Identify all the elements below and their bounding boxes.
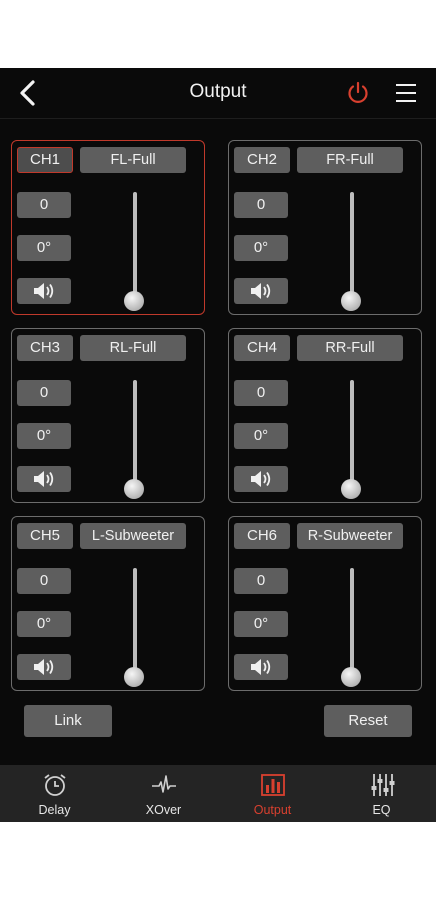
hamburger-menu-icon[interactable] bbox=[394, 81, 418, 105]
mute-button[interactable] bbox=[17, 654, 71, 680]
channel-button[interactable]: CH5 bbox=[17, 523, 73, 549]
channel-button[interactable]: CH2 bbox=[234, 147, 290, 173]
page-title: Output bbox=[189, 81, 247, 102]
tab-label: XOver bbox=[145, 803, 182, 817]
mute-button[interactable] bbox=[234, 466, 288, 492]
phase-value[interactable]: 0° bbox=[17, 611, 71, 637]
volume-slider-track[interactable] bbox=[133, 568, 137, 674]
gain-value[interactable]: 0 bbox=[17, 192, 71, 218]
bar-chart-icon bbox=[261, 774, 285, 796]
channel-name-button[interactable]: R-Subweeter bbox=[297, 523, 403, 549]
volume-slider-knob[interactable] bbox=[341, 667, 361, 687]
app-screen: Output CH1 FL-Full 0 0° CH2 FR-Full 0 0° bbox=[0, 68, 436, 822]
tab-delay[interactable]: Delay bbox=[0, 765, 109, 822]
channel-name-button[interactable]: L-Subweeter bbox=[80, 523, 186, 549]
speaker-icon bbox=[34, 471, 54, 487]
gain-value[interactable]: 0 bbox=[234, 568, 288, 594]
top-bar: Output bbox=[0, 68, 436, 119]
gain-value[interactable]: 0 bbox=[234, 192, 288, 218]
link-button[interactable]: Link bbox=[24, 705, 112, 737]
gain-value[interactable]: 0 bbox=[17, 380, 71, 406]
volume-slider-knob[interactable] bbox=[341, 479, 361, 499]
channel-button[interactable]: CH1 bbox=[17, 147, 73, 173]
channel-button[interactable]: CH6 bbox=[234, 523, 290, 549]
channel-name-button[interactable]: FL-Full bbox=[80, 147, 186, 173]
equalizer-sliders-icon bbox=[371, 774, 395, 796]
channel-card-ch5: CH5 L-Subweeter 0 0° bbox=[11, 516, 205, 691]
bottom-tab-bar: Delay XOver Output EQ bbox=[0, 765, 436, 822]
volume-slider-track[interactable] bbox=[350, 568, 354, 674]
phase-value[interactable]: 0° bbox=[17, 423, 71, 449]
tab-xover[interactable]: XOver bbox=[109, 765, 218, 822]
channel-name-button[interactable]: FR-Full bbox=[297, 147, 403, 173]
volume-slider-knob[interactable] bbox=[124, 479, 144, 499]
speaker-icon bbox=[34, 283, 54, 299]
channel-card-ch3: CH3 RL-Full 0 0° bbox=[11, 328, 205, 503]
reset-button[interactable]: Reset bbox=[324, 705, 412, 737]
channel-button[interactable]: CH4 bbox=[234, 335, 290, 361]
gain-value[interactable]: 0 bbox=[17, 568, 71, 594]
tab-output[interactable]: Output bbox=[218, 765, 327, 822]
phase-value[interactable]: 0° bbox=[17, 235, 71, 261]
tab-label: Delay bbox=[38, 803, 71, 817]
volume-slider-track[interactable] bbox=[133, 380, 137, 486]
phase-value[interactable]: 0° bbox=[234, 611, 288, 637]
speaker-icon bbox=[251, 283, 271, 299]
channel-button[interactable]: CH3 bbox=[17, 335, 73, 361]
mute-button[interactable] bbox=[234, 278, 288, 304]
channel-card-ch2: CH2 FR-Full 0 0° bbox=[228, 140, 422, 315]
channel-name-button[interactable]: RR-Full bbox=[297, 335, 403, 361]
tab-label: EQ bbox=[372, 803, 391, 817]
speaker-icon bbox=[251, 659, 271, 675]
channel-name-button[interactable]: RL-Full bbox=[80, 335, 186, 361]
phase-value[interactable]: 0° bbox=[234, 423, 288, 449]
speaker-icon bbox=[251, 471, 271, 487]
volume-slider-knob[interactable] bbox=[341, 291, 361, 311]
volume-slider-track[interactable] bbox=[350, 192, 354, 298]
tab-label: Output bbox=[253, 803, 292, 817]
volume-slider-track[interactable] bbox=[133, 192, 137, 298]
mute-button[interactable] bbox=[234, 654, 288, 680]
mute-button[interactable] bbox=[17, 466, 71, 492]
volume-slider-knob[interactable] bbox=[124, 291, 144, 311]
waveform-icon bbox=[152, 775, 176, 793]
gain-value[interactable]: 0 bbox=[234, 380, 288, 406]
power-icon[interactable] bbox=[346, 81, 370, 105]
volume-slider-knob[interactable] bbox=[124, 667, 144, 687]
channel-card-ch1: CH1 FL-Full 0 0° bbox=[11, 140, 205, 315]
alarm-clock-icon bbox=[44, 774, 66, 796]
phase-value[interactable]: 0° bbox=[234, 235, 288, 261]
tab-eq[interactable]: EQ bbox=[327, 765, 436, 822]
channel-card-ch6: CH6 R-Subweeter 0 0° bbox=[228, 516, 422, 691]
mute-button[interactable] bbox=[17, 278, 71, 304]
volume-slider-track[interactable] bbox=[350, 380, 354, 486]
channel-card-ch4: CH4 RR-Full 0 0° bbox=[228, 328, 422, 503]
speaker-icon bbox=[34, 659, 54, 675]
